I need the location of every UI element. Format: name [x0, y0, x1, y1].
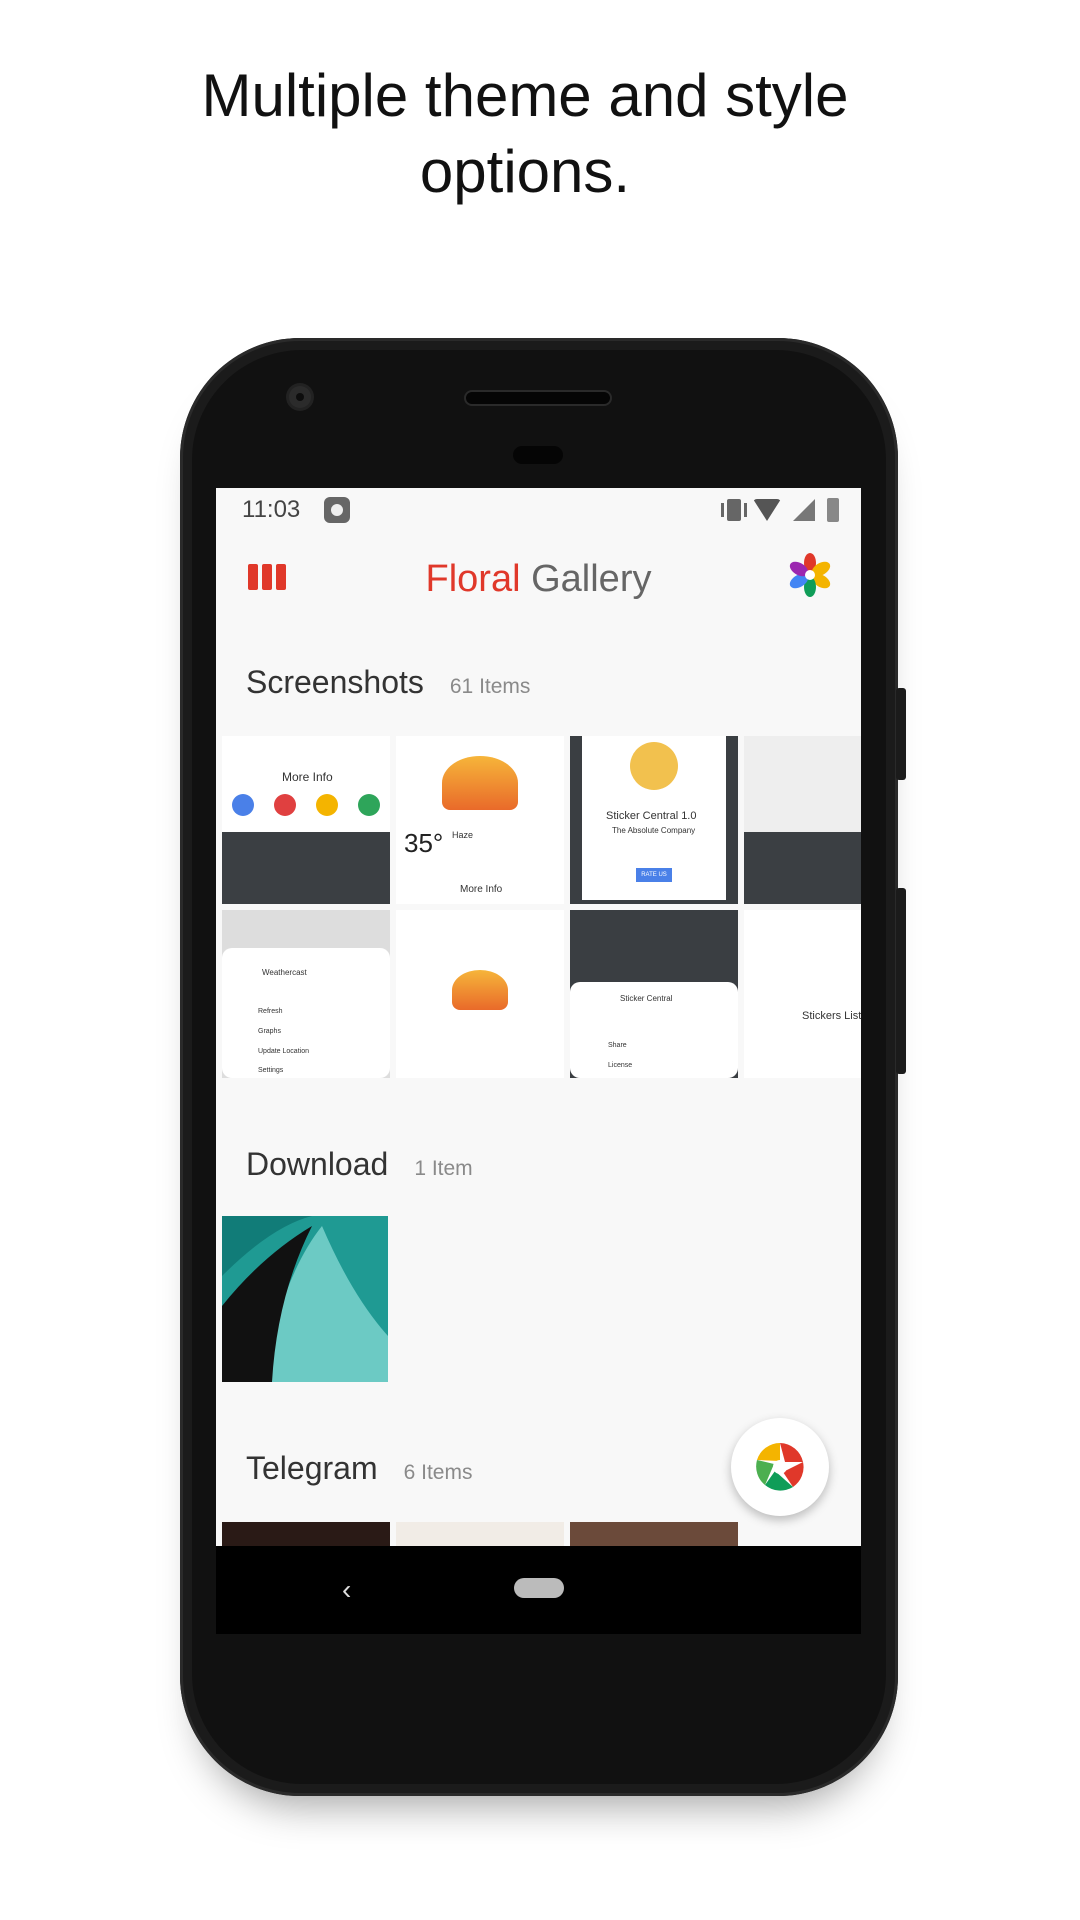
app-title: Floral Gallery [216, 558, 861, 601]
keyboard-preview [222, 832, 390, 904]
section-header-download: Download 1 Item [246, 1146, 473, 1183]
menu-item: Update Location [258, 1048, 309, 1055]
earpiece-speaker [466, 392, 610, 404]
section-title: Download [246, 1146, 389, 1182]
menu-item: Refresh [258, 1008, 283, 1015]
thumbnail[interactable] [744, 736, 861, 904]
status-bar: 11:03 [216, 488, 861, 532]
thumb-title: Sticker Central [620, 994, 673, 1003]
home-button[interactable] [514, 1578, 564, 1598]
telegram-thumbnail[interactable] [222, 1522, 390, 1546]
wallpaper-image [222, 1216, 388, 1382]
weather-illustration [452, 970, 508, 1010]
menu-item: Share [608, 1042, 627, 1049]
signal-icon [793, 499, 815, 521]
thumbnail[interactable] [396, 910, 564, 1078]
battery-icon [827, 498, 839, 522]
screenshots-grid: More Info 35° Haze More Info Sticker Cen… [222, 736, 861, 1078]
headline-line-1: Multiple theme and style [201, 62, 849, 129]
download-thumbnail[interactable] [222, 1216, 388, 1382]
section-count: 61 Items [449, 675, 531, 698]
weather-illustration [442, 756, 518, 810]
menu-item: Graphs [258, 1028, 281, 1035]
vibrate-icon [721, 499, 747, 521]
thumb-temp: 35° [404, 828, 444, 858]
power-button [896, 688, 906, 780]
section-header-screenshots: Screenshots 61 Items [246, 664, 530, 701]
stat-icon [232, 794, 254, 816]
volume-button [896, 888, 906, 1074]
screen-record-icon [324, 497, 350, 523]
promo-headline: Multiple theme and style options. [90, 58, 960, 210]
section-count: 6 Items [403, 1461, 473, 1484]
phone-screen: 11:03 Floral Gallery Screenshots 61 Item… [216, 488, 861, 1546]
thumbnail[interactable]: 35° Haze More Info [396, 736, 564, 904]
status-time: 11:03 [242, 496, 301, 523]
section-header-telegram: Telegram 6 Items [246, 1450, 472, 1487]
camera-aperture-icon [756, 1443, 804, 1491]
app-title-gallery: Gallery [531, 558, 652, 600]
headline-line-2: options. [419, 138, 631, 205]
proximity-sensor [513, 446, 563, 464]
avatar [630, 742, 678, 790]
section-title: Telegram [246, 1450, 378, 1486]
stat-icon [358, 794, 380, 816]
thumbnail[interactable]: Sticker Central Share License [570, 910, 738, 1078]
navigation-bar: ‹ [216, 1546, 861, 1634]
stat-icon [316, 794, 338, 816]
telegram-thumbnail[interactable] [396, 1522, 564, 1546]
thumbnail[interactable]: Stickers List [744, 910, 861, 1078]
rate-us-button: RATE US [636, 868, 672, 882]
thumb-subtitle: The Absolute Company [612, 826, 696, 835]
section-title: Screenshots [246, 664, 424, 700]
thumbnail[interactable]: Sticker Central 1.0 The Absolute Company… [570, 736, 738, 904]
telegram-thumbnail[interactable] [570, 1522, 738, 1546]
menu-item: License [608, 1062, 633, 1069]
thumbnail[interactable]: More Info [222, 736, 390, 904]
stat-icon [274, 794, 296, 816]
thumb-title: Stickers List [802, 1010, 861, 1022]
pinwheel-flower-icon[interactable] [787, 552, 833, 598]
front-camera [289, 386, 311, 408]
wifi-icon [753, 499, 781, 521]
thumb-title: Weathercast [262, 968, 307, 977]
app-bar: Floral Gallery [216, 532, 861, 640]
camera-fab-button[interactable] [731, 1418, 829, 1516]
back-icon[interactable]: ‹ [342, 1574, 351, 1606]
thumb-label: More Info [282, 770, 333, 784]
keyboard-preview [744, 832, 861, 904]
thumbnail[interactable]: Weathercast Refresh Graphs Update Locati… [222, 910, 390, 1078]
thumb-title: Sticker Central 1.0 [606, 810, 697, 822]
section-count: 1 Item [414, 1157, 473, 1180]
app-title-floral: Floral [425, 558, 521, 600]
menu-item: Settings [258, 1067, 284, 1074]
thumb-label: More Info [460, 884, 503, 895]
thumb-haze: Haze [452, 830, 474, 840]
